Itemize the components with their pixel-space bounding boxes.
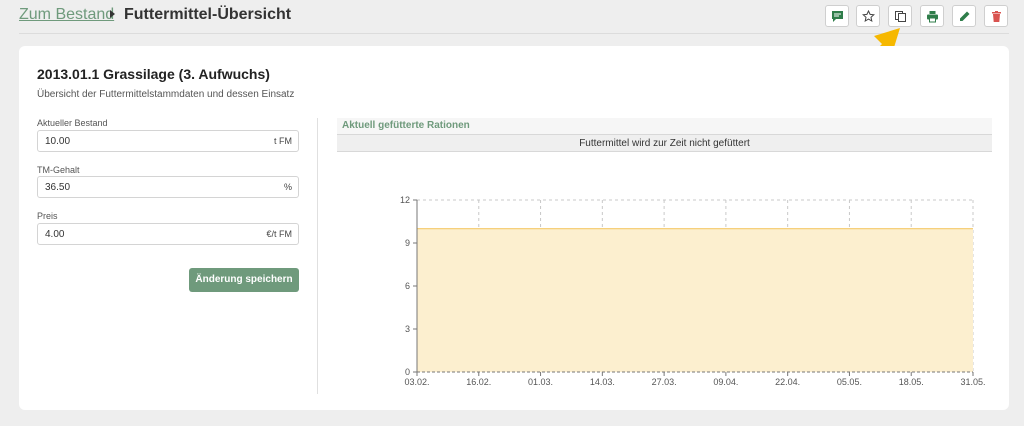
x-tick-label: 09.04. (713, 377, 738, 387)
edit-button[interactable] (952, 5, 976, 27)
price-input[interactable]: 4.00 €/t FM (37, 223, 299, 245)
print-icon (927, 11, 938, 23)
price-value: 4.00 (45, 229, 65, 240)
series-area (417, 228, 973, 372)
x-tick-label: 16.02. (466, 377, 491, 387)
page-title: Futtermittel-Übersicht (124, 6, 292, 23)
y-tick-label: 9 (405, 238, 410, 248)
x-tick-label: 01.03. (528, 377, 553, 387)
rations-title: Aktuell gefütterte Rationen (342, 120, 470, 131)
stock-input[interactable]: 10.00 t FM (37, 130, 299, 152)
breadcrumb-chevron-icon (110, 10, 115, 18)
print-button[interactable] (920, 5, 944, 27)
rations-header: Aktuell gefütterte Rationen (337, 118, 992, 134)
dry-matter-input[interactable]: 36.50 % (37, 176, 299, 198)
back-to-inventory-link[interactable]: Zum Bestand (19, 6, 114, 24)
feed-title: 2013.01.1 Grassilage (3. Aufwuchs) (37, 66, 270, 82)
column-divider (317, 118, 318, 394)
x-tick-label: 31.05. (960, 377, 985, 387)
stock-unit: t FM (274, 136, 292, 146)
y-tick-label: 0 (405, 367, 410, 377)
x-tick-label: 18.05. (899, 377, 924, 387)
x-tick-label: 22.04. (775, 377, 800, 387)
x-tick-label: 05.05. (837, 377, 862, 387)
feed-detail-card: 2013.01.1 Grassilage (3. Aufwuchs) Übers… (19, 46, 1009, 410)
save-changes-button[interactable]: Änderung speichern (189, 268, 299, 292)
dry-matter-label: TM-Gehalt (37, 165, 80, 175)
rations-status-bar: Futtermittel wird zur Zeit nicht gefütte… (337, 134, 992, 152)
price-unit: €/t FM (266, 229, 292, 239)
x-tick-label: 14.03. (590, 377, 615, 387)
stock-label: Aktueller Bestand (37, 118, 108, 128)
dry-matter-unit: % (283, 182, 292, 192)
pencil-icon (960, 11, 970, 21)
stock-value: 10.00 (45, 136, 71, 147)
price-label: Preis (37, 211, 58, 221)
y-tick-label: 3 (405, 324, 410, 334)
x-tick-label: 03.02. (404, 377, 429, 387)
y-tick-label: 12 (400, 195, 410, 205)
x-tick-label: 27.03. (652, 377, 677, 387)
y-tick-label: 6 (405, 281, 410, 291)
stock-chart: 0 3 6 9 12 03.02. 16.02. 01.03. 14.03. 27.03. 09.0… (400, 195, 986, 387)
rations-message: Futtermittel wird zur Zeit nicht gefütte… (579, 138, 750, 149)
delete-button[interactable] (984, 5, 1008, 27)
dry-matter-value: 36.50 (45, 182, 71, 193)
trash-icon (992, 11, 1001, 22)
feed-subtitle: Übersicht der Futtermittelstammdaten und… (37, 89, 295, 100)
